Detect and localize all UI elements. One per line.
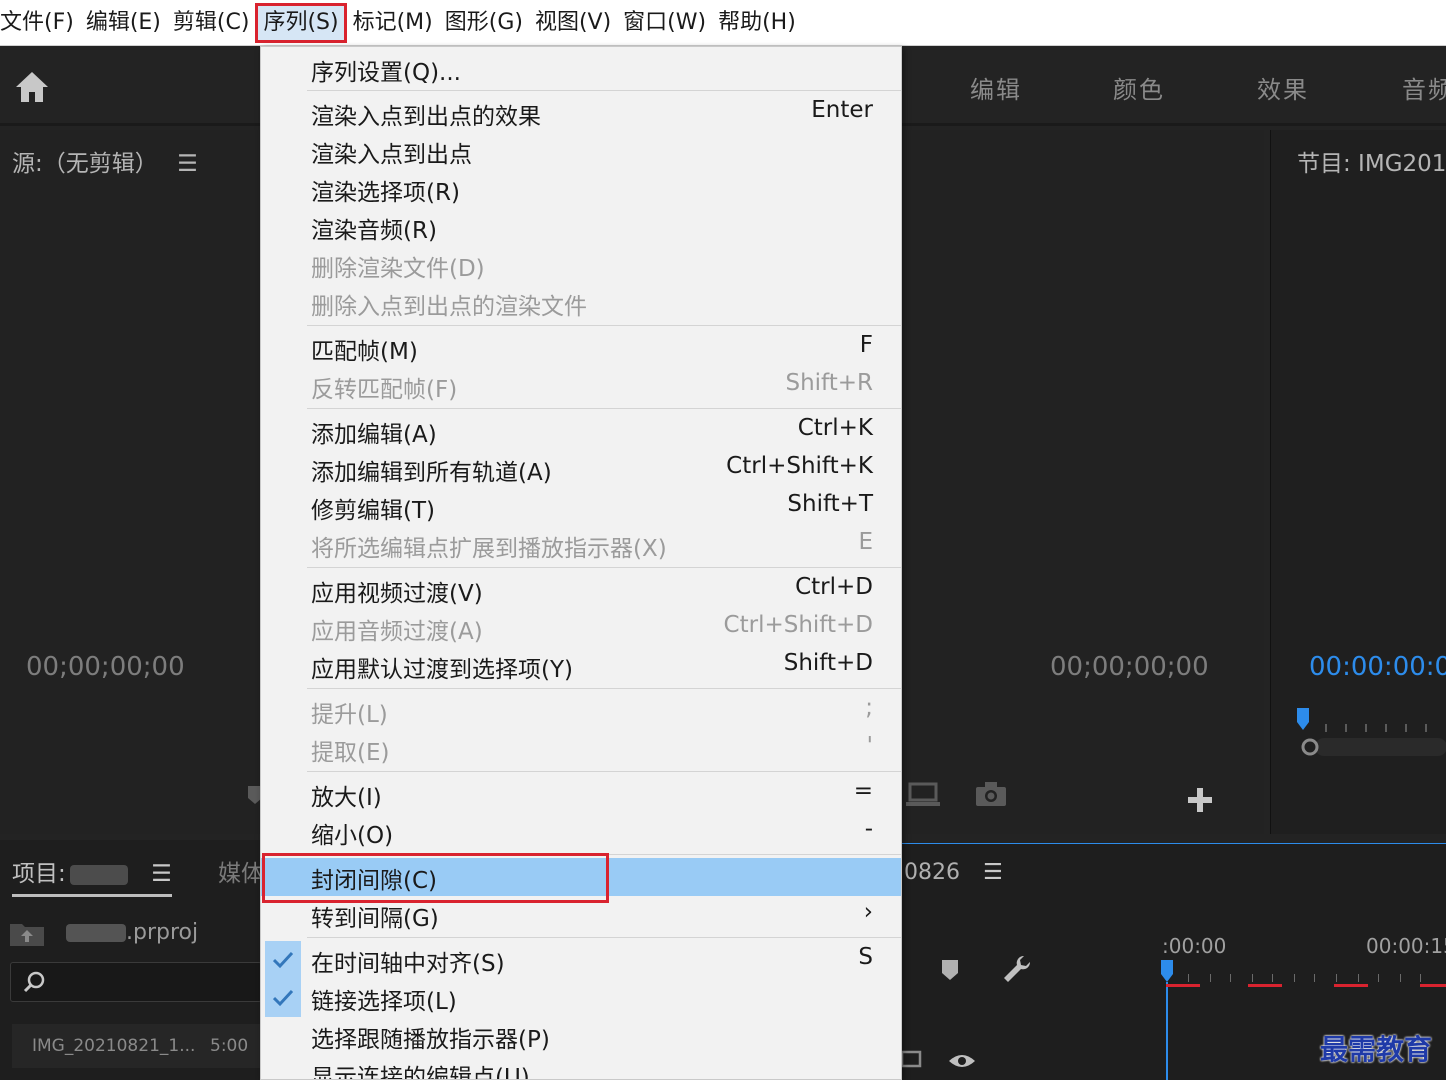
menu-item-add-edit-all-tracks[interactable]: 添加编辑到所有轨道(A) Ctrl+Shift+K	[261, 450, 901, 488]
program-monitor-panel: 节目: IMG2019 00:00:00:0	[1270, 130, 1446, 834]
menu-item-zoom-in[interactable]: 放大(I) =	[261, 775, 901, 813]
menu-separator	[307, 937, 901, 938]
highlight-annotation-box	[262, 853, 609, 903]
timeline-time-start: :00:00	[1162, 934, 1227, 958]
menu-item-lift[interactable]: 提升(L);	[261, 692, 901, 730]
menu-item-show-through-edits[interactable]: 显示连接的编辑点(U)	[261, 1055, 901, 1079]
menu-item-apply-default-transitions[interactable]: 应用默认过渡到选择项(Y) Shift+D	[261, 647, 901, 685]
menu-separator	[307, 567, 901, 568]
menu-graphics[interactable]: 图形(G)	[439, 3, 529, 43]
chevron-right-icon: ›	[863, 899, 873, 925]
menu-item-extract[interactable]: 提取(E) '	[261, 730, 901, 768]
source-timecode[interactable]: 00;00;00;00	[26, 652, 185, 682]
sequence-dropdown-menu: 序列设置(Q)... 渲染入点到出点的效果 Enter 渲染入点到出点 渲染选择项…	[260, 46, 902, 1080]
program-playhead-ruler[interactable]	[1295, 708, 1446, 758]
menu-item-trim-edit[interactable]: 修剪编辑(T) Shift+T	[261, 488, 901, 526]
menu-item-snap-in-timeline[interactable]: 在时间轴中对齐(S) S	[261, 941, 901, 979]
menu-bar: 文件(F) 编辑(E) 剪辑(C) 序列(S) 标记(M) 图形(G) 视图(V…	[0, 0, 1446, 46]
menu-item-add-edit[interactable]: 添加编辑(A) Ctrl+K	[261, 412, 901, 450]
menu-item-zoom-out[interactable]: 缩小(O) -	[261, 813, 901, 851]
home-icon[interactable]	[14, 70, 50, 104]
workspace-tab-audio[interactable]: 音频	[1402, 70, 1446, 105]
menu-help[interactable]: 帮助(H)	[712, 3, 802, 43]
workspace-tab-color[interactable]: 颜色	[1113, 70, 1165, 105]
menu-item-sequence-settings[interactable]: 序列设置(Q)...	[261, 50, 901, 88]
checkmark-icon	[265, 941, 301, 979]
eye-icon[interactable]	[948, 1052, 976, 1070]
panel-menu-icon[interactable]: ☰	[151, 861, 172, 887]
timeline-sequence-tab[interactable]: 0826 ☰	[904, 860, 1003, 885]
menu-item-reverse-match-frame[interactable]: 反转匹配帧(F) Shift+R	[261, 367, 901, 405]
menu-item-apply-audio-transition[interactable]: 应用音频过渡(A) Ctrl+Shift+D	[261, 609, 901, 647]
program-panel-title[interactable]: 节目: IMG2019	[1297, 144, 1446, 178]
menu-separator	[307, 90, 901, 91]
clip-duration: 5:00	[210, 1036, 249, 1056]
project-search-input[interactable]	[10, 962, 262, 1002]
track-output-icon[interactable]	[900, 1050, 924, 1070]
project-file-name: .prproj	[66, 920, 198, 945]
menu-item-delete-render-files[interactable]: 删除渲染文件(D)	[261, 246, 901, 284]
panel-menu-icon[interactable]: ☰	[177, 151, 198, 177]
watermark-logo: 最需教育	[1320, 1033, 1433, 1066]
menu-separator	[307, 771, 901, 772]
workspace-tab-effects[interactable]: 效果	[1257, 70, 1309, 105]
menu-item-render-selection[interactable]: 渲染选择项(R)	[261, 170, 901, 208]
camera-icon[interactable]	[976, 782, 1006, 806]
menu-item-selection-follows-playhead[interactable]: 选择跟随播放指示器(P)	[261, 1017, 901, 1055]
menu-clip[interactable]: 剪辑(C)	[167, 3, 256, 43]
menu-markers[interactable]: 标记(M)	[347, 3, 439, 43]
menu-item-delete-in-out-render-files[interactable]: 删除入点到出点的渲染文件	[261, 284, 901, 322]
menu-view[interactable]: 视图(V)	[529, 3, 617, 43]
clip-name: IMG_20210821_1...	[32, 1036, 196, 1056]
menu-item-render-in-out[interactable]: 渲染入点到出点	[261, 132, 901, 170]
search-icon	[23, 971, 45, 993]
add-button-icon[interactable]	[1188, 788, 1212, 812]
menu-separator	[307, 408, 901, 409]
source-controls-panel: 00;00;00;00	[900, 130, 1264, 834]
add-marker-icon[interactable]	[942, 960, 958, 980]
source-monitor-panel: 源:（无剪辑） ☰ 00;00;00;00	[0, 130, 262, 834]
wrench-icon[interactable]	[1002, 954, 1032, 984]
menu-edit[interactable]: 编辑(E)	[80, 3, 167, 43]
workspace-tab-edit[interactable]: 编辑	[970, 70, 1022, 105]
menu-item-linked-selection[interactable]: 链接选择项(L)	[261, 979, 901, 1017]
folder-up-icon[interactable]	[10, 922, 44, 946]
media-browser-tab[interactable]: 媒体	[218, 854, 264, 888]
project-panel: 项目: ☰ 媒体 .prproj IMG_20210821_1... 5:00	[0, 840, 264, 1080]
menu-item-extend-edit-to-playhead[interactable]: 将所选编辑点扩展到播放指示器(X) E	[261, 526, 901, 564]
project-tab[interactable]: 项目: ☰	[12, 854, 172, 897]
menu-item-render-audio[interactable]: 渲染音频(R)	[261, 208, 901, 246]
menu-item-render-effects-in-out[interactable]: 渲染入点到出点的效果 Enter	[261, 94, 901, 132]
panel-menu-icon[interactable]: ☰	[983, 860, 1003, 885]
menu-separator	[307, 325, 901, 326]
timeline-time-15s: 00:00:15	[1366, 934, 1446, 958]
source-panel-title[interactable]: 源:（无剪辑） ☰	[12, 144, 198, 178]
project-clip-row[interactable]: IMG_20210821_1... 5:00	[12, 1024, 262, 1068]
menu-sequence[interactable]: 序列(S)	[255, 2, 347, 43]
checkmark-icon	[265, 979, 301, 1017]
menu-item-apply-video-transition[interactable]: 应用视频过渡(V) Ctrl+D	[261, 571, 901, 609]
menu-file[interactable]: 文件(F)	[0, 3, 80, 43]
program-timecode[interactable]: 00:00:00:0	[1309, 652, 1446, 682]
source-duration-timecode: 00;00;00;00	[1050, 652, 1209, 682]
menu-item-match-frame[interactable]: 匹配帧(M) F	[261, 329, 901, 367]
menu-separator	[307, 688, 901, 689]
export-frame-icon[interactable]	[906, 780, 940, 808]
menu-window[interactable]: 窗口(W)	[617, 3, 712, 43]
